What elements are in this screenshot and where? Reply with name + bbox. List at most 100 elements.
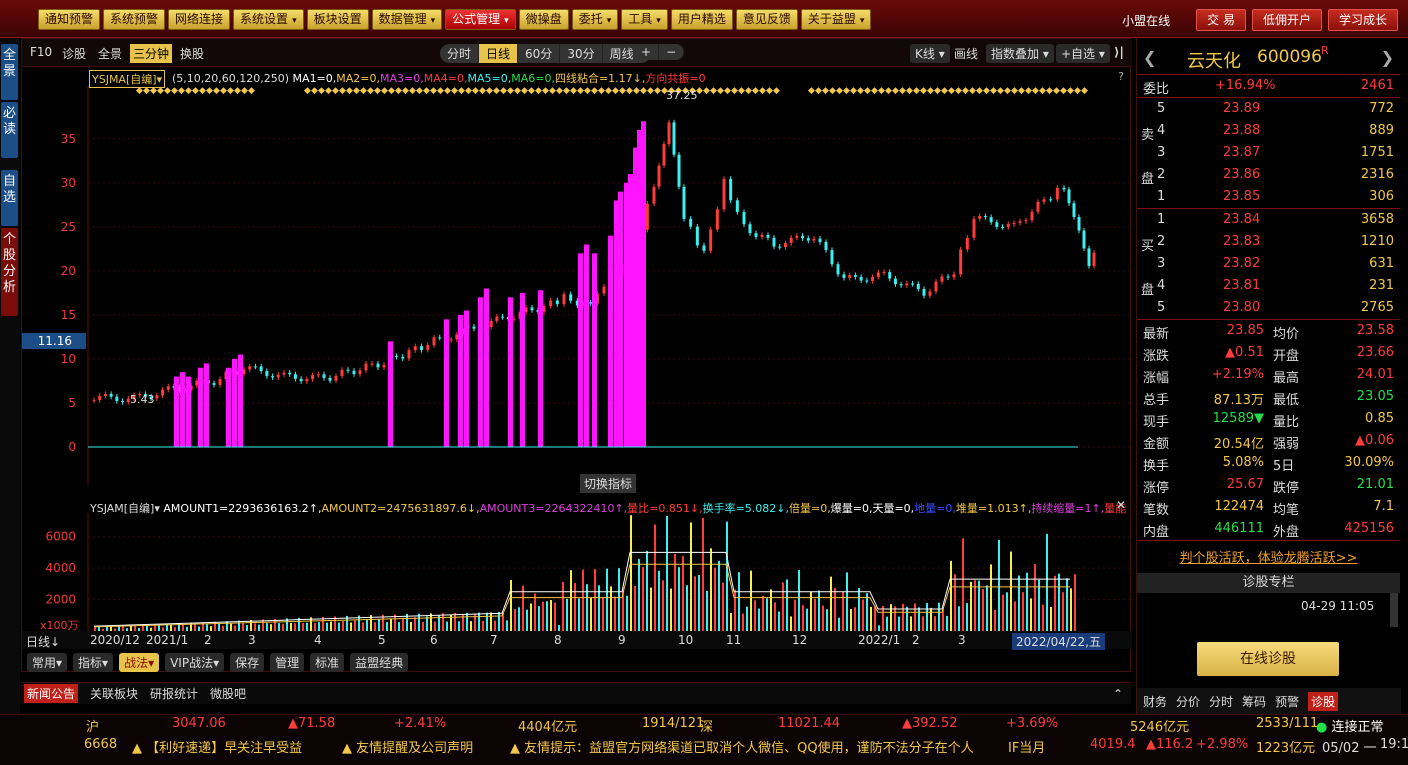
menu-11[interactable]: 意见反馈 <box>735 9 798 30</box>
volume-bar <box>910 616 912 631</box>
period-3[interactable]: 30分 <box>560 44 603 63</box>
book-price: 23.89 <box>1223 101 1261 116</box>
volume-bar <box>606 568 608 631</box>
signal-diamond: ◆ <box>381 86 388 96</box>
kline-chart[interactable]: 35302520151050◆ ◆ ◆ ◆ ◆ ◆ ◆ ◆ ◆ ◆ ◆ ◆ ◆ ◆ ◆ ◆ ◆ ◆ ◆ ◆ ◆ ◆ ◆ ◆ ◆ ◆… <box>22 85 1130 485</box>
menu-8[interactable]: 委托 ▾ <box>571 9 619 30</box>
book-row: 5 23.89 772 <box>1137 98 1400 120</box>
signal-diamond: ◆ <box>178 86 185 96</box>
signal-diamond: ◆ <box>549 86 556 96</box>
collapse-panel-icon[interactable]: ⟩| <box>1114 45 1124 59</box>
candle <box>812 238 816 241</box>
signal-diamond: ◆ <box>724 86 731 96</box>
menu-3[interactable]: 系统设置 ▾ <box>233 9 304 30</box>
menu-5[interactable]: 数据管理 ▾ <box>371 9 443 30</box>
menu-2[interactable]: 网络连接 <box>168 9 231 30</box>
right-tab-1[interactable]: 分价 <box>1176 693 1200 710</box>
menu-0[interactable]: 通知预警 <box>38 9 101 30</box>
ticker-news-3[interactable]: ▲ 友情提示：益盟官方网络渠道已取消个人微信、QQ使用，谨防不法分子在个人 <box>510 737 1004 756</box>
candle <box>682 186 686 219</box>
candle <box>259 366 263 372</box>
news-tab-1[interactable]: 关联板块 <box>90 685 138 702</box>
right-tab-4[interactable]: 预警 <box>1275 693 1299 710</box>
switch-indicator-button[interactable]: 切换指标 <box>580 474 637 493</box>
signal-diamond: ◆ <box>493 86 500 96</box>
book-volume: 231 <box>1369 278 1394 293</box>
x-tick-label[interactable]: 日线↓ <box>26 633 60 650</box>
menu-4[interactable]: 板块设置 <box>306 9 369 30</box>
signal-diamond: ◆ <box>360 86 367 96</box>
side-tab-stock-analysis[interactable]: 个股分析 <box>1 228 18 316</box>
right-tab-5[interactable]: 诊股 <box>1308 691 1339 711</box>
ticker-news-2[interactable]: ▲ 友情提醒及公司声明 <box>342 737 473 756</box>
tool-6[interactable]: 标准 <box>310 652 345 672</box>
menu-7[interactable]: 微操盘 <box>518 9 569 30</box>
period-2[interactable]: 60分 <box>518 44 561 63</box>
quanjing-button[interactable]: 全景 <box>98 45 122 62</box>
zhengu-scrollbar[interactable] <box>1390 593 1398 627</box>
tool-0[interactable]: 常用▾ <box>27 652 68 672</box>
menu-6[interactable]: 公式管理 ▾ <box>445 9 516 30</box>
main-indicator-item: MA3=0, <box>380 72 424 85</box>
candle <box>836 264 840 275</box>
period-1[interactable]: 日线 <box>479 44 519 63</box>
huangu-button[interactable]: 换股 <box>180 45 204 62</box>
candle <box>783 243 787 248</box>
close-volume-icon[interactable]: ✕ <box>1116 498 1126 512</box>
online-zhengu-button[interactable]: 在线诊股 <box>1197 642 1339 676</box>
menu-9[interactable]: 工具 ▾ <box>621 9 668 30</box>
volume-bar <box>870 606 872 631</box>
prev-stock-icon[interactable]: ❮ <box>1143 48 1156 67</box>
tool-4[interactable]: 保存 <box>230 652 265 672</box>
tool-1[interactable]: 指标▾ <box>73 652 114 672</box>
help-icon[interactable]: ? <box>1118 70 1124 83</box>
zoom-out-icon[interactable]: − <box>659 44 685 60</box>
menu-10[interactable]: 用户精选 <box>670 9 733 30</box>
promo-link[interactable]: 判个股活跃，体验龙腾活跃>> <box>1137 541 1400 573</box>
news-tab-3[interactable]: 微股吧 <box>210 685 246 702</box>
trade-button[interactable]: 交 易 <box>1196 9 1246 31</box>
zhengu-button[interactable]: 诊股 <box>62 45 86 62</box>
candle <box>940 276 944 282</box>
tool-3[interactable]: VIP战法▾ <box>165 652 225 672</box>
book-price: 23.84 <box>1223 212 1261 227</box>
tool-5[interactable]: 管理 <box>270 652 305 672</box>
open-account-button[interactable]: 低佣开户 <box>1251 9 1322 31</box>
tool-2[interactable]: 战法▾ <box>119 652 160 672</box>
right-tab-0[interactable]: 财务 <box>1143 693 1167 710</box>
quote-row: 内盘 446111 外盘 425156 <box>1137 518 1400 540</box>
collapse-news-icon[interactable]: ⌃ <box>1113 687 1123 701</box>
add-watchlist-dropdown[interactable]: +自选 ▾ <box>1056 44 1110 63</box>
period-0[interactable]: 分时 <box>440 44 480 63</box>
signal-diamond: ◆ <box>906 86 913 96</box>
volume-bar <box>226 621 228 631</box>
side-tab-zixuan[interactable]: 自选 <box>1 170 18 226</box>
side-tab-quanjing[interactable]: 全景 <box>1 44 18 100</box>
x-tick-label: 4 <box>314 633 322 647</box>
right-tab-3[interactable]: 筹码 <box>1242 693 1266 710</box>
menu-12[interactable]: 关于益盟 ▾ <box>800 9 872 30</box>
volume-bar <box>994 609 996 631</box>
learn-button[interactable]: 学习成长 <box>1327 9 1398 31</box>
volume-bar <box>538 606 540 631</box>
right-tab-2[interactable]: 分时 <box>1209 693 1233 710</box>
volume-chart[interactable]: 600040002000x100万 <box>22 513 1130 643</box>
menu-1[interactable]: 系统预警 <box>103 9 166 30</box>
index-overlay-dropdown[interactable]: 指数叠加 ▾ <box>986 44 1054 63</box>
candle <box>888 272 892 279</box>
candle <box>1036 201 1040 212</box>
zoom-in-icon[interactable]: + <box>634 44 660 60</box>
ticker-news-1[interactable]: ▲ 【利好速递】早关注早受益 <box>132 737 302 756</box>
sanfenzhong-button[interactable]: 三分钟 <box>130 44 173 63</box>
candle <box>212 383 216 385</box>
tool-7[interactable]: 益盟经典 <box>350 652 409 672</box>
kline-dropdown[interactable]: K线 ▾ <box>910 44 950 63</box>
news-tab-0[interactable]: 新闻公告 <box>24 684 79 703</box>
next-stock-icon[interactable]: ❯ <box>1381 48 1394 67</box>
signal-diamond: ◆ <box>234 86 241 96</box>
f10-button[interactable]: F10 <box>30 45 52 59</box>
volume-bar <box>454 612 456 631</box>
draw-line-button[interactable]: 画线 <box>954 45 978 62</box>
news-tab-2[interactable]: 研报统计 <box>150 685 198 702</box>
side-tab-bidu[interactable]: 必读 <box>1 102 18 158</box>
